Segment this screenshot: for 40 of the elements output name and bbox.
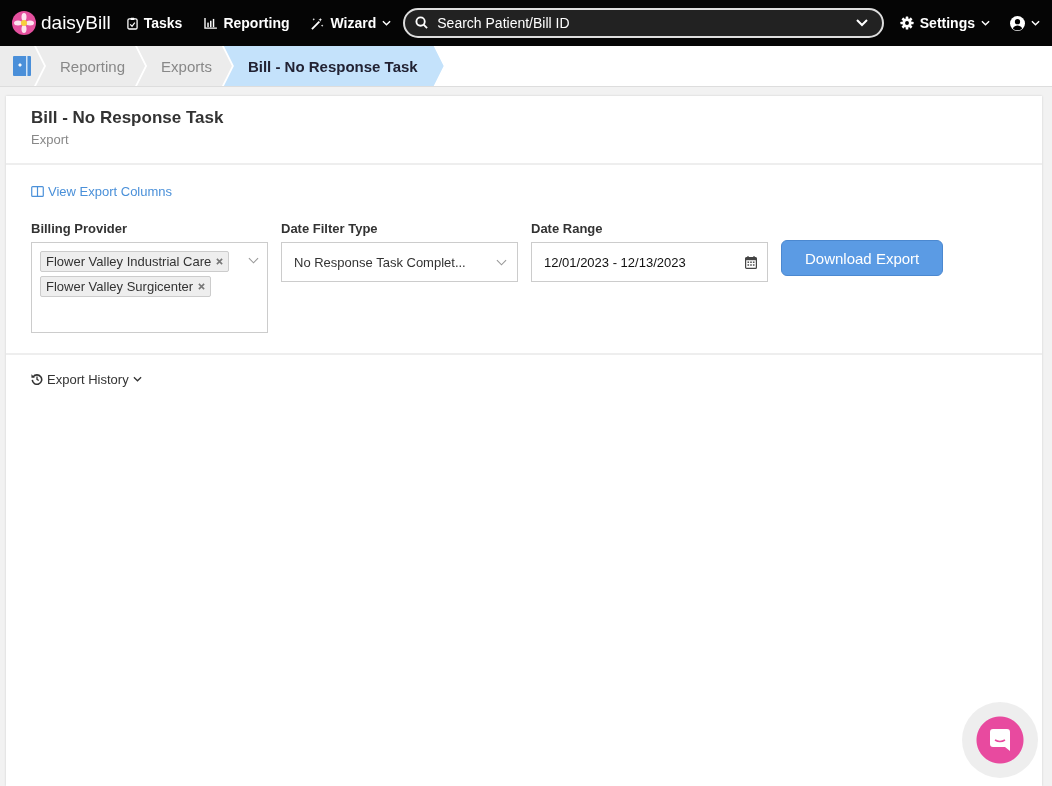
breadcrumb[interactable]: Bill - No Response Task	[223, 46, 444, 86]
nav-link[interactable]: Tasks	[126, 15, 183, 31]
field-label: Date Range	[531, 221, 604, 236]
caret-icon	[1031, 20, 1040, 26]
clipboard-icon	[126, 16, 138, 30]
page-title: Bill - No Response Task	[31, 108, 225, 128]
provider-select[interactable]: Flower Valley Industrial Care Flower Valley Surgicenter	[31, 242, 268, 333]
book-icon[interactable]	[13, 56, 31, 76]
caret-icon	[132, 376, 142, 382]
remove-icon[interactable]	[198, 283, 206, 290]
calendar-icon	[745, 255, 757, 269]
nav-link[interactable]: Reporting	[204, 15, 290, 31]
chat-icon	[990, 729, 1010, 751]
gear-icon	[899, 16, 914, 30]
caret-icon	[981, 20, 990, 26]
export-history-toggle[interactable]: Export History	[31, 371, 142, 387]
user-avatar-icon	[1010, 15, 1025, 31]
chevron-down-icon	[248, 257, 259, 264]
view-columns-link[interactable]: View Export Columns	[31, 184, 173, 199]
remove-icon[interactable]	[216, 258, 224, 265]
field-label: Billing Provider	[31, 221, 129, 236]
provider-tag: Flower Valley Industrial Care	[40, 251, 230, 272]
chevron-down-icon	[855, 19, 868, 27]
flower-logo-icon	[12, 11, 36, 35]
bar-chart-icon	[204, 17, 218, 29]
date-range-field[interactable]: 12/01/2023 - 12/13/2023	[531, 242, 768, 282]
user-menu-button[interactable]	[1010, 15, 1040, 31]
app-logo[interactable]: daisyBill	[41, 12, 111, 34]
history-icon	[31, 373, 43, 385]
nav-link[interactable]: Wizard	[311, 15, 392, 31]
columns-icon	[31, 186, 44, 197]
search-field[interactable]: Search Patient/Bill ID	[403, 8, 884, 38]
search-icon	[415, 16, 429, 29]
page-subtitle: Export	[31, 132, 70, 147]
chevron-down-icon	[496, 258, 507, 266]
provider-tag: Flower Valley Surgicenter	[40, 276, 212, 297]
field-label: Date Filter Type	[281, 221, 379, 236]
settings-menu[interactable]: Settings	[899, 15, 990, 31]
date-filter-select[interactable]: No Response Task Complet...	[281, 242, 518, 282]
magic-wand-icon	[311, 16, 325, 30]
